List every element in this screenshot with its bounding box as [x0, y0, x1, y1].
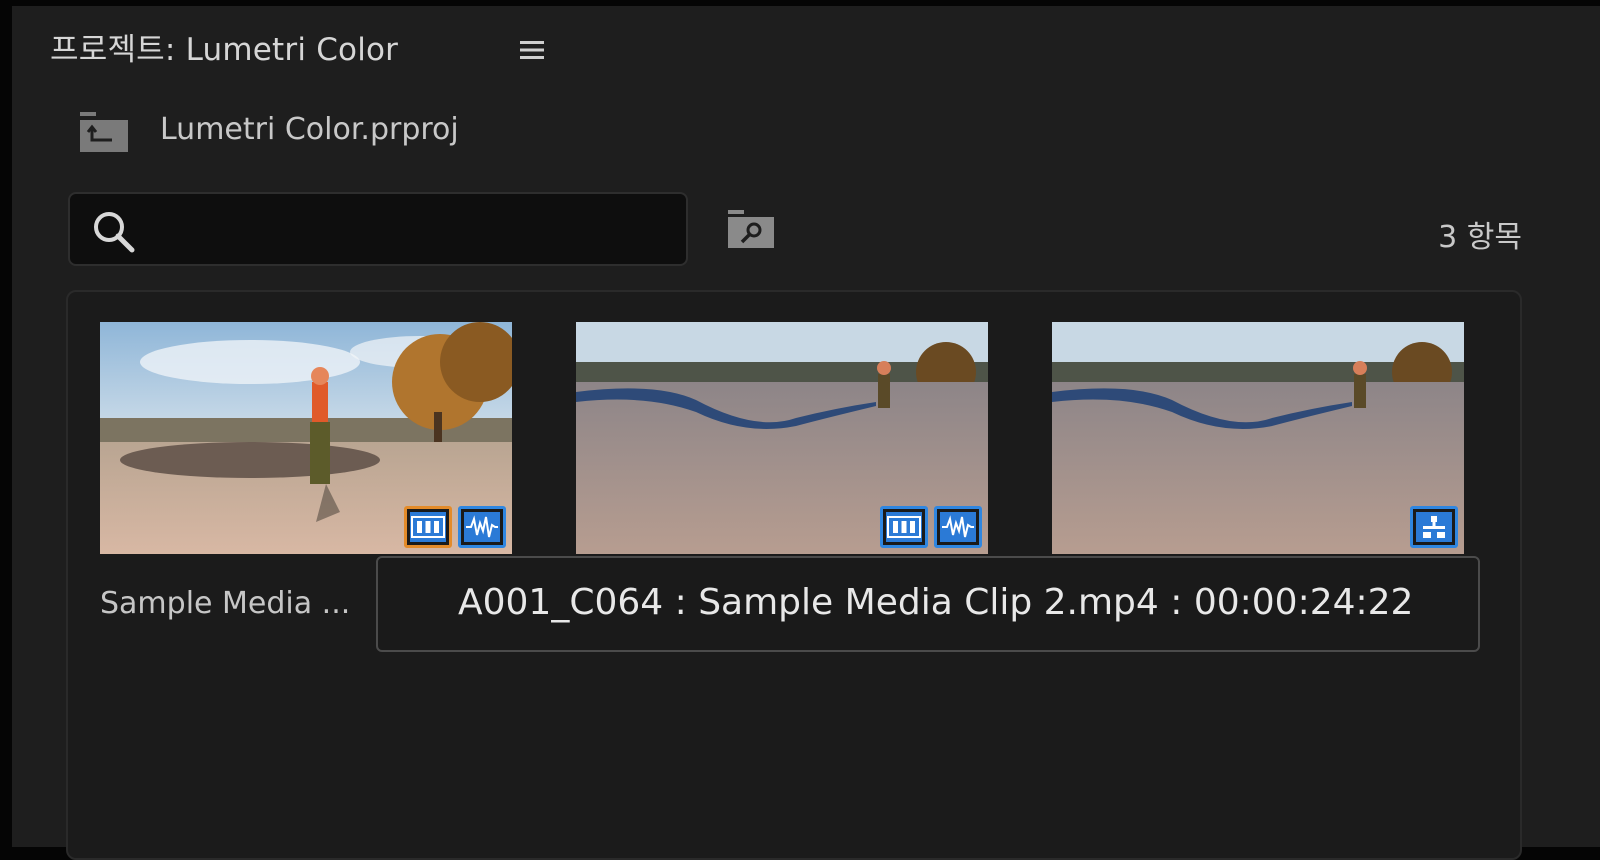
clip-thumbnail-1[interactable]	[100, 322, 512, 554]
item-count: 3 항목	[1438, 220, 1522, 255]
project-panel: 프로젝트: Lumetri Color Lumetri Color.prproj…	[12, 6, 1600, 860]
audio-badge[interactable]	[458, 506, 506, 548]
clip-thumbnail-2[interactable]	[576, 322, 988, 554]
video-icon	[887, 516, 921, 538]
search-input[interactable]	[148, 204, 668, 256]
panel-title: 프로젝트: Lumetri Color	[50, 32, 399, 68]
video-badge[interactable]	[404, 506, 452, 548]
sequence-badge[interactable]	[1410, 506, 1458, 548]
search-field[interactable]	[68, 192, 688, 266]
sequence-icon	[1423, 516, 1445, 538]
video-badge[interactable]	[880, 506, 928, 548]
clip-preview-image	[1052, 322, 1464, 554]
clip-thumbnail-3[interactable]	[1052, 322, 1464, 554]
tooltip-text: A001_C064 : Sample Media Clip 2.mp4 : 00…	[458, 582, 1414, 623]
clip-name-1[interactable]: Sample Media ...	[100, 586, 350, 621]
folder-search-icon[interactable]	[726, 208, 776, 250]
audio-badge[interactable]	[934, 506, 982, 548]
audio-icon	[466, 515, 498, 538]
video-icon	[411, 516, 445, 538]
search-icon	[94, 212, 135, 253]
project-file-name: Lumetri Color.prproj	[160, 112, 459, 147]
folder-up-icon[interactable]	[78, 110, 130, 154]
window-edge	[0, 0, 12, 847]
clip-tooltip: A001_C064 : Sample Media Clip 2.mp4 : 00…	[376, 556, 1480, 652]
hamburger-menu-icon[interactable]	[518, 38, 546, 62]
audio-icon	[942, 515, 974, 538]
